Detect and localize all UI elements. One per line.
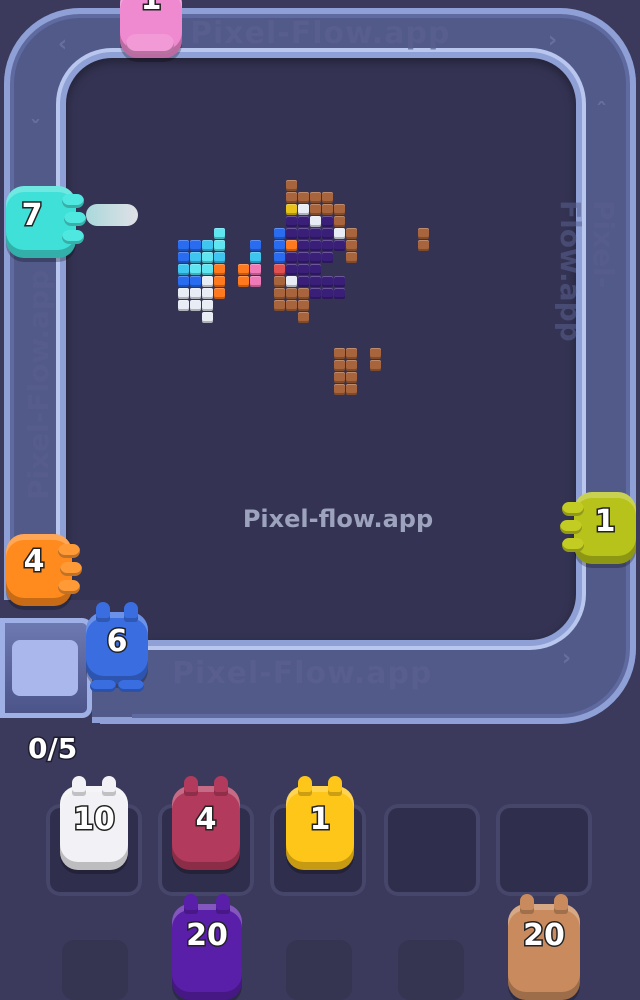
waiting-shooter-purple[interactable]: 20 [172, 894, 242, 1000]
fist [58, 580, 80, 594]
pig-snout [126, 34, 174, 54]
watermark-right: Pixel-Flow.app [554, 200, 620, 342]
shooter-number: 1 [120, 0, 182, 19]
shooter-number: 10 [72, 801, 117, 839]
chevron-up-icon: ˆ [596, 100, 607, 125]
ear [214, 776, 228, 796]
tray-slot-4[interactable] [384, 804, 480, 896]
fist [64, 212, 86, 226]
waiting-shooter-tan[interactable]: 20 [508, 894, 580, 1000]
ear [328, 776, 342, 796]
fist [62, 194, 84, 208]
shooter-pink[interactable]: 1 [120, 0, 182, 58]
shooter-number: 20 [522, 917, 567, 955]
shooter-number: 1 [593, 503, 617, 541]
shooter-cyan[interactable]: 7 [6, 186, 86, 258]
shot-beam [86, 204, 138, 226]
ear [96, 602, 110, 622]
watermark-center: Pixel-flow.app [242, 505, 434, 533]
pixel-board-area [66, 58, 576, 640]
shooter-olive[interactable]: 1 [560, 492, 636, 564]
tray-slot-5[interactable] [496, 804, 592, 896]
watermark-left: Pixel-Flow.app [22, 269, 55, 500]
ear [72, 776, 86, 796]
ear [216, 894, 230, 914]
queue-slot [398, 940, 464, 1000]
shooter-number: 7 [20, 197, 44, 235]
queue-counter: 0/5 [26, 731, 78, 767]
tray-shooter-crimson[interactable]: 4 [172, 776, 240, 870]
ear [124, 602, 138, 622]
shooter-blue[interactable]: 6 [86, 602, 148, 692]
ear [184, 894, 198, 914]
watermark-bottom: Pixel-Flow.app [172, 656, 433, 691]
shooter-orange[interactable]: 4 [6, 534, 82, 606]
ear [184, 776, 198, 796]
chevron-up-icon: › [548, 28, 558, 53]
shooter-number: 6 [105, 623, 129, 661]
ear [520, 894, 534, 914]
chevron-right-icon: › [562, 646, 572, 671]
queue-slot [286, 940, 352, 1000]
chevron-down-icon: ˇ [30, 118, 41, 143]
tray-shooter-white[interactable]: 10 [60, 776, 128, 870]
shooter-number: 4 [194, 801, 218, 839]
queue-slot [62, 940, 128, 1000]
launch-ramp-top [12, 640, 78, 696]
fist [62, 230, 84, 244]
watermark-top: Pixel-Flow.app [190, 16, 451, 51]
ear [554, 894, 568, 914]
shooter-number: 20 [185, 917, 230, 955]
tray-shooter-yellow[interactable]: 1 [286, 776, 354, 870]
foot [118, 680, 144, 692]
shooter-number: 4 [22, 543, 46, 581]
foot [90, 680, 116, 692]
shooter-number: 1 [308, 801, 332, 839]
fist [562, 538, 584, 552]
ear [102, 776, 116, 796]
ear [298, 776, 312, 796]
chevron-left-icon: ‹ [58, 32, 68, 57]
